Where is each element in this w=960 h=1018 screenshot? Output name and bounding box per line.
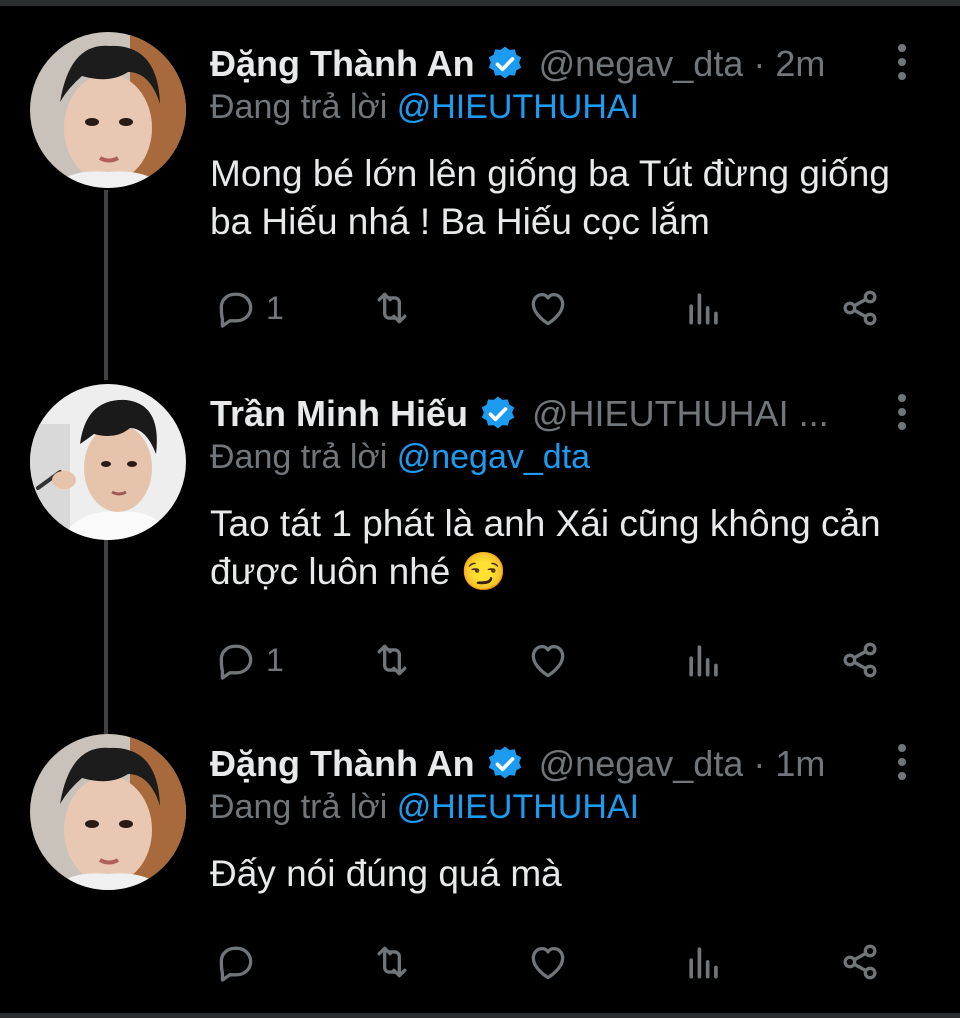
retweet-icon xyxy=(377,644,407,676)
tweet-actions: 1 xyxy=(210,286,910,330)
like-icon xyxy=(531,946,565,980)
separator-dot: · xyxy=(753,43,766,84)
timestamp[interactable]: 1m xyxy=(775,743,825,785)
avatar-dang-thanh-an-icon xyxy=(30,734,186,890)
share-icon xyxy=(843,642,877,678)
views-icon xyxy=(689,293,718,325)
replying-prefix: Đang trả lời xyxy=(210,438,388,476)
views-icon xyxy=(689,645,718,677)
avatar[interactable] xyxy=(30,734,186,890)
tweet-text: Tao tát 1 phát là anh Xái cũng không cản… xyxy=(210,503,881,592)
tweet[interactable]: Trần Minh Hiếu @HIEUTHUHAI ... Đang trả … xyxy=(0,384,960,690)
verified-badge-icon xyxy=(488,746,521,779)
replying-mention[interactable]: @HIEUTHUHAI xyxy=(397,88,639,126)
more-options-icon[interactable] xyxy=(892,44,912,84)
reply-button[interactable]: 1 xyxy=(214,638,284,682)
tweet[interactable]: Đặng Thành An @negav_dta · 1m Đang trả l… xyxy=(0,734,960,1000)
retweet-button[interactable] xyxy=(370,286,414,330)
author-handle[interactable]: @negav_dta xyxy=(539,43,744,85)
like-icon xyxy=(531,644,565,678)
share-button[interactable] xyxy=(838,286,882,330)
author-name[interactable]: Đặng Thành An xyxy=(210,43,475,85)
timestamp[interactable]: 2m xyxy=(775,43,825,85)
replying-prefix: Đang trả lời xyxy=(210,788,388,826)
views-button[interactable] xyxy=(682,286,726,330)
reply-button[interactable] xyxy=(214,940,266,984)
author-name[interactable]: Đặng Thành An xyxy=(210,743,475,785)
like-button[interactable] xyxy=(526,940,570,984)
author-name[interactable]: Trần Minh Hiếu xyxy=(210,393,468,435)
reply-icon xyxy=(219,946,253,982)
author-handle[interactable]: @HIEUTHUHAI ... xyxy=(532,393,829,435)
tweet-header: Đặng Thành An @negav_dta · 2m xyxy=(210,40,870,88)
retweet-icon xyxy=(377,292,407,324)
replying-mention[interactable]: @HIEUTHUHAI xyxy=(397,788,639,826)
like-button[interactable] xyxy=(526,638,570,682)
retweet-button[interactable] xyxy=(370,638,414,682)
more-options-icon[interactable] xyxy=(892,744,912,784)
replying-to: Đang trả lời @negav_dta xyxy=(210,438,590,477)
verified-badge-icon xyxy=(481,396,515,429)
tweet-header: Đặng Thành An @negav_dta · 1m xyxy=(210,740,870,788)
more-options-icon[interactable] xyxy=(892,394,912,434)
reply-icon xyxy=(219,292,253,328)
avatar-tran-minh-hieu-icon xyxy=(30,384,186,540)
tweet-actions xyxy=(210,940,910,984)
replying-to: Đang trả lời @HIEUTHUHAI xyxy=(210,788,639,827)
reply-icon xyxy=(219,644,253,680)
retweet-icon xyxy=(377,946,407,978)
verified-badge-icon xyxy=(488,46,521,79)
replying-mention[interactable]: @negav_dta xyxy=(397,438,590,476)
avatar[interactable] xyxy=(30,32,186,188)
reply-count: 1 xyxy=(266,289,284,326)
share-icon xyxy=(843,290,877,326)
tweet-actions: 1 xyxy=(210,638,910,682)
separator-dot: · xyxy=(753,743,766,784)
tweet-header: Trần Minh Hiếu @HIEUTHUHAI ... xyxy=(210,390,870,438)
author-handle[interactable]: @negav_dta xyxy=(539,743,744,785)
avatar[interactable] xyxy=(30,384,186,540)
top-divider xyxy=(0,0,960,6)
views-button[interactable] xyxy=(682,638,726,682)
reply-count: 1 xyxy=(266,641,284,678)
reply-button[interactable]: 1 xyxy=(214,286,284,330)
share-button[interactable] xyxy=(838,940,882,984)
share-icon xyxy=(843,944,877,980)
retweet-button[interactable] xyxy=(370,940,414,984)
tweet-text: Mong bé lớn lên giống ba Tút đừng giống … xyxy=(210,153,890,242)
share-button[interactable] xyxy=(838,638,882,682)
avatar-dang-thanh-an-icon xyxy=(30,32,186,188)
replying-prefix: Đang trả lời xyxy=(210,88,388,126)
tweet[interactable]: Đặng Thành An @negav_dta · 2m Đang trả l… xyxy=(0,32,960,340)
like-icon xyxy=(531,292,565,326)
tweet-text: Đấy nói đúng quá mà xyxy=(210,853,562,894)
like-button[interactable] xyxy=(526,286,570,330)
views-button[interactable] xyxy=(682,940,726,984)
replying-to: Đang trả lời @HIEUTHUHAI xyxy=(210,88,639,127)
bottom-divider xyxy=(0,1013,960,1018)
views-icon xyxy=(689,947,718,979)
